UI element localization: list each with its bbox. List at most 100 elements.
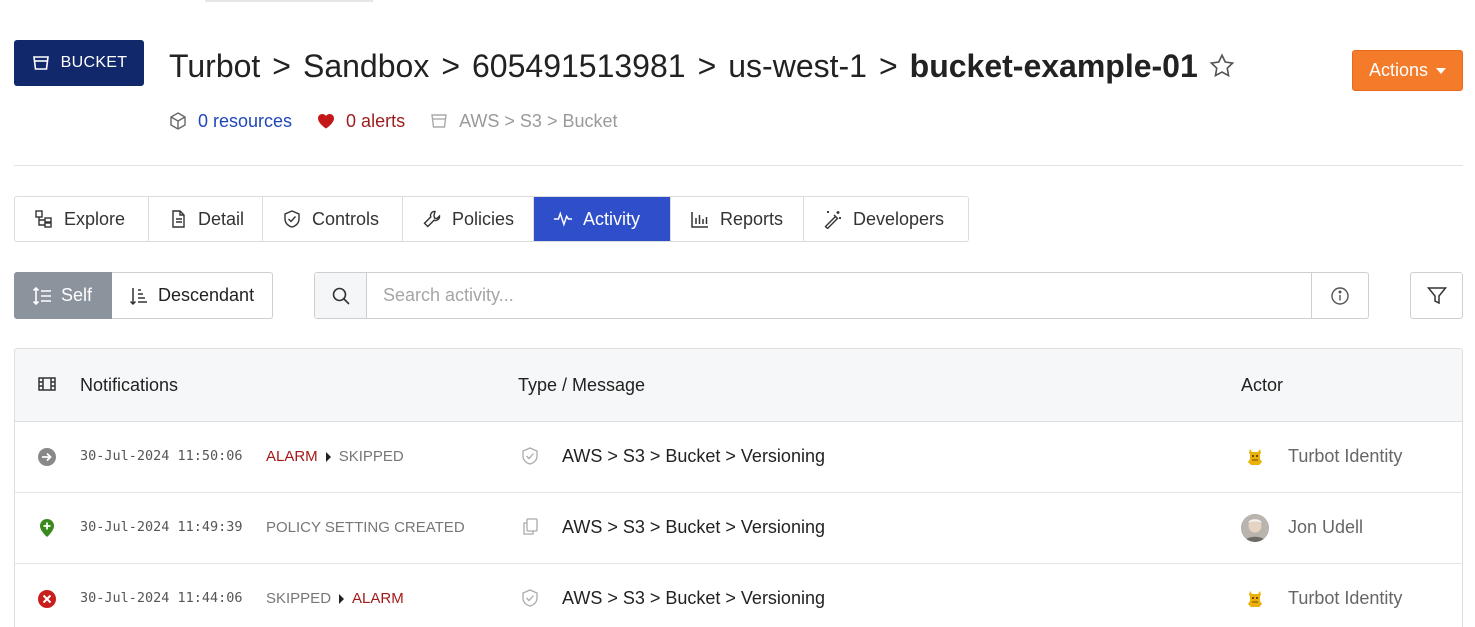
arrow-circle-right-icon [37,447,57,467]
tab-controls[interactable]: Controls [263,197,403,241]
breadcrumb-separator: > [878,47,898,84]
resource-meta: 0 resources 0 alerts AWS > S3 > Bucket [168,108,641,134]
shield-check-icon [282,209,302,229]
table-row[interactable]: 30-Jul-2024 11:44:06 SKIPPED ALARM AWS >… [15,564,1462,627]
bucket-icon [429,111,449,131]
resources-count: 0 resources [198,110,293,131]
activity-message[interactable]: AWS > S3 > Bucket > Versioning [562,588,825,609]
tab-label: Detail [198,208,245,229]
descendant-label: Descendant [158,285,255,305]
timestamp: 30-Jul-2024 11:50:06 [80,448,243,464]
self-button[interactable]: Self [14,272,112,319]
timestamp: 30-Jul-2024 11:49:39 [80,519,243,535]
activity-message[interactable]: AWS > S3 > Bucket > Versioning [562,517,825,538]
copy-icon [520,517,540,537]
shield-check-icon [520,588,540,608]
tab-label: Policies [452,208,515,229]
resources-link[interactable]: 0 resources [168,111,292,132]
column-notifications: Notifications [80,374,179,395]
resource-type-badge: BUCKET [14,40,144,86]
tab-label: Controls [312,208,380,229]
state-transition: ALARM SKIPPED [266,448,404,465]
tab-label: Explore [64,208,126,229]
wrench-icon [422,209,442,229]
search-bar [314,272,1369,319]
table-header: Notifications Type / Message Actor [15,349,1462,422]
breadcrumb-separator: > [272,47,291,84]
bar-chart-icon [690,209,710,229]
state-to: SKIPPED [338,448,404,465]
state-to: ALARM [352,590,404,607]
actions-label: Actions [1368,60,1429,80]
alerts-link[interactable]: 0 alerts [316,111,405,132]
caret-down-icon [1436,67,1447,74]
breadcrumb-turbot[interactable]: Turbot [169,48,260,85]
resource-type-label: BUCKET [60,54,128,71]
sort-descending-icon [128,285,150,307]
magic-wand-icon [823,209,843,229]
breadcrumb-sandbox[interactable]: Sandbox [303,48,429,85]
descendant-button[interactable]: Descendant [112,272,273,319]
tab-policies[interactable]: Policies [403,197,534,241]
tab-reports[interactable]: Reports [671,197,804,241]
timestamp: 30-Jul-2024 11:44:06 [80,590,243,606]
tab-activity[interactable]: Activity [534,197,671,241]
self-label: Self [61,285,93,305]
resource-type-text: AWS > S3 > Bucket [459,110,618,131]
tab-label: Reports [720,208,784,229]
document-icon [168,209,188,229]
activity-table: Notifications Type / Message Actor 30-Ju… [14,348,1463,627]
breadcrumb: Turbot > Sandbox > 605491513981 > us-wes… [169,44,1236,88]
tab-label: Activity [583,208,641,229]
state-from: POLICY SETTING CREATED [266,519,465,536]
table-row[interactable]: 30-Jul-2024 11:49:39 POLICY SETTING CREA… [15,493,1462,564]
actor-name[interactable]: Turbot Identity [1288,588,1402,609]
breadcrumb-separator: > [697,47,717,84]
resource-type-path: AWS > S3 > Bucket [429,111,617,132]
column-actor: Actor [1241,374,1284,395]
divider [14,165,1463,166]
tab-detail[interactable]: Detail [149,197,263,241]
cube-icon [168,111,188,131]
state-from: ALARM [266,448,318,465]
plus-circle-icon [37,518,57,538]
top-tab-indicator [205,0,373,2]
actor-name[interactable]: Jon Udell [1288,517,1363,538]
heart-icon [316,111,336,131]
alerts-count: 0 alerts [346,110,406,131]
column-type-message: Type / Message [518,374,646,395]
breadcrumb-region[interactable]: us-west-1 [728,48,867,85]
breadcrumb-separator: > [441,47,460,84]
scope-toggle: Self Descendant [14,272,273,319]
arrow-right-icon [325,451,331,462]
search-input[interactable] [367,273,1311,318]
bucket-icon [31,53,51,73]
state-transition: SKIPPED ALARM [266,590,404,607]
page-title: bucket-example-01 [909,47,1198,84]
user-avatar [1241,514,1269,542]
turbot-identity-avatar [1241,585,1269,613]
tab-bar: Explore Detail Controls Policies Activit… [14,196,969,242]
info-icon[interactable] [1311,273,1368,318]
filter-icon [1426,285,1448,307]
tab-explore[interactable]: Explore [15,197,149,241]
tab-developers[interactable]: Developers [804,197,968,241]
x-circle-icon [37,589,57,609]
star-icon[interactable] [1208,52,1236,80]
explore-icon [34,209,54,229]
arrow-right-icon [339,593,345,604]
state-transition: POLICY SETTING CREATED [266,519,465,536]
filter-button[interactable] [1410,272,1463,319]
pulse-icon [553,209,573,229]
state-from: SKIPPED [266,590,332,607]
turbot-identity-avatar [1241,443,1269,471]
sort-icon [31,285,53,307]
actor-name[interactable]: Turbot Identity [1288,446,1402,467]
shield-check-icon [520,446,540,466]
activity-message[interactable]: AWS > S3 > Bucket > Versioning [562,446,825,467]
breadcrumb-account[interactable]: 605491513981 [472,48,686,85]
search-icon[interactable] [315,273,367,318]
actions-button[interactable]: Actions [1352,50,1463,91]
table-row[interactable]: 30-Jul-2024 11:50:06 ALARM SKIPPED AWS >… [15,422,1462,493]
tab-label: Developers [853,208,945,229]
